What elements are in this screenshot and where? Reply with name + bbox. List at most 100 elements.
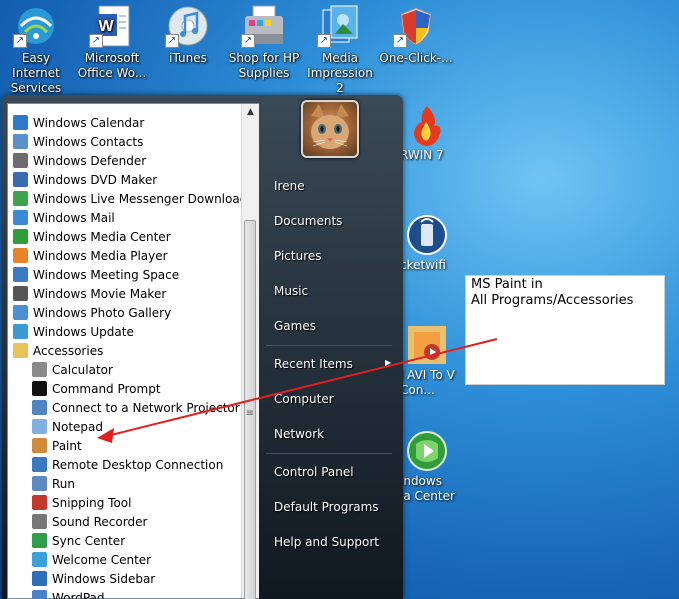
program-item-windows-dvd-maker[interactable]: Windows DVD Maker: [13, 171, 157, 190]
program-item-sound-recorder[interactable]: Sound Recorder: [32, 513, 147, 532]
program-item-label: Remote Desktop Connection: [52, 458, 224, 472]
program-item-label: Notepad: [52, 420, 103, 434]
svg-text:W: W: [98, 18, 114, 35]
program-item-run[interactable]: Run: [32, 475, 75, 494]
start-menu-documents[interactable]: Documents: [274, 211, 342, 231]
desktop-side-icon-label: cketwifi: [400, 258, 446, 272]
start-menu-computer[interactable]: Computer: [274, 389, 334, 409]
program-item-label: Windows DVD Maker: [33, 173, 158, 187]
shortcut-arrow-icon: ↗: [241, 34, 255, 48]
program-item-connect-to-a-network-projector[interactable]: Connect to a Network Projector: [32, 399, 240, 418]
word-icon: W ↗: [89, 4, 135, 48]
program-item-accessories[interactable]: Accessories: [13, 342, 103, 361]
user-avatar[interactable]: [301, 100, 359, 158]
start-menu-help-and-support[interactable]: Help and Support: [274, 532, 379, 552]
program-item-windows-mail[interactable]: Windows Mail: [13, 209, 115, 228]
program-icon: [13, 324, 28, 339]
program-icon: [32, 552, 47, 567]
program-item-label: Accessories: [33, 344, 104, 358]
program-item-windows-meeting-space[interactable]: Windows Meeting Space: [13, 266, 179, 285]
start-menu-music[interactable]: Music: [274, 281, 308, 301]
program-item-command-prompt[interactable]: Command Prompt: [32, 380, 161, 399]
program-item-windows-update[interactable]: Windows Update: [13, 323, 134, 342]
program-item-windows-defender[interactable]: Windows Defender: [13, 152, 146, 171]
desktop-icon-5[interactable]: ↗ One-Click-...: [378, 0, 454, 66]
program-icon: [32, 362, 47, 377]
program-item-windows-live-messenger-download[interactable]: Windows Live Messenger Download: [13, 190, 247, 209]
program-icon: [13, 286, 28, 301]
program-item-sync-center[interactable]: Sync Center: [32, 532, 125, 551]
annotation-note: MS Paint in All Programs/Accessories: [465, 275, 665, 385]
annotation-line-2: All Programs/Accessories: [471, 293, 634, 308]
desktop-icon-2[interactable]: ↗ iTunes: [150, 0, 226, 66]
program-list-scrollbar[interactable]: ▲ ≡: [241, 104, 259, 599]
program-item-label: Windows Photo Gallery: [33, 306, 172, 320]
start-menu-games[interactable]: Games: [274, 316, 316, 336]
program-item-label: Sync Center: [52, 534, 126, 548]
program-item-paint[interactable]: Paint: [32, 437, 82, 456]
program-item-windows-sidebar[interactable]: Windows Sidebar: [32, 570, 155, 589]
program-item-remote-desktop-connection[interactable]: Remote Desktop Connection: [32, 456, 223, 475]
shortcut-arrow-icon: ↗: [89, 34, 103, 48]
desktop-icon-4[interactable]: ↗ Media Impression 2: [302, 0, 378, 96]
submenu-arrow-icon: ▶: [385, 358, 392, 367]
program-item-windows-media-center[interactable]: Windows Media Center: [13, 228, 171, 247]
program-item-windows-photo-gallery[interactable]: Windows Photo Gallery: [13, 304, 171, 323]
program-item-label: Paint: [52, 439, 82, 453]
desktop-side-icon-label: RWIN 7: [400, 148, 444, 162]
program-icon: [32, 514, 47, 529]
desktop-side-icon-3[interactable]: indows ia Center: [396, 428, 456, 504]
program-item-calculator[interactable]: Calculator: [32, 361, 113, 380]
program-item-windows-calendar[interactable]: Windows Calendar: [13, 114, 144, 133]
desktop-side-icon-2[interactable]: l AVI To V Con...: [396, 322, 456, 398]
start-menu-right-pane: [259, 95, 403, 599]
program-icon: [13, 229, 28, 244]
desktop-side-icon-label: l AVI To V Con...: [400, 368, 455, 397]
program-item-notepad[interactable]: Notepad: [32, 418, 103, 437]
start-menu-pictures[interactable]: Pictures: [274, 246, 322, 266]
program-icon: [32, 533, 47, 548]
program-item-label: Calculator: [52, 363, 113, 377]
program-item-label: Run: [52, 477, 76, 491]
program-item-wordpad[interactable]: WordPad: [32, 589, 105, 599]
program-icon: [32, 438, 47, 453]
desktop-side-icon-label: indows ia Center: [400, 474, 455, 503]
right-pane-separator: [266, 453, 392, 454]
scroll-up-arrow-icon[interactable]: ▲: [242, 104, 259, 121]
start-menu-control-panel[interactable]: Control Panel: [274, 462, 354, 482]
start-menu-network[interactable]: Network: [274, 424, 324, 444]
media-center-icon: [404, 428, 450, 474]
desktop-icon-label: Microsoft Office Wo...: [77, 51, 147, 80]
scrollbar-thumb[interactable]: ≡: [244, 220, 256, 599]
program-icon: [32, 590, 47, 599]
desktop-icon-3[interactable]: ↗ Shop for HP Supplies: [226, 0, 302, 81]
program-item-label: Windows Media Player: [33, 249, 168, 263]
annotation-line-1: MS Paint in: [471, 277, 543, 292]
desktop-side-icon-0[interactable]: RWIN 7: [396, 102, 456, 163]
program-icon: [13, 172, 28, 187]
itunes-icon: ↗: [165, 4, 211, 48]
program-item-windows-media-player[interactable]: Windows Media Player: [13, 247, 168, 266]
scrollbar-grip-icon: ≡: [245, 408, 255, 419]
desktop-icon-0[interactable]: ↗ Easy Internet Services: [0, 0, 74, 96]
shortcut-arrow-icon: ↗: [393, 34, 407, 48]
program-item-label: Windows Live Messenger Download: [33, 192, 248, 206]
program-list: Windows Calendar Windows Contacts Windows …: [8, 104, 247, 599]
desktop-icon-label: iTunes: [169, 51, 207, 65]
start-menu-user-name[interactable]: Irene: [274, 176, 305, 196]
program-item-label: Snipping Tool: [52, 496, 132, 510]
start-menu-recent-items[interactable]: Recent Items: [274, 354, 353, 374]
desktop-icon-label: Shop for HP Supplies: [228, 51, 300, 80]
start-menu-default-programs[interactable]: Default Programs: [274, 497, 379, 517]
program-item-welcome-center[interactable]: Welcome Center: [32, 551, 151, 570]
program-item-windows-contacts[interactable]: Windows Contacts: [13, 133, 143, 152]
program-icon: [32, 476, 47, 491]
program-item-snipping-tool[interactable]: Snipping Tool: [32, 494, 131, 513]
program-icon: [13, 191, 28, 206]
desktop-icon-1[interactable]: W ↗ Microsoft Office Wo...: [74, 0, 150, 81]
desktop-icon-label: Easy Internet Services: [10, 51, 62, 95]
program-item-label: Windows Media Center: [33, 230, 171, 244]
desktop-side-icon-1[interactable]: cketwifi: [396, 212, 456, 273]
program-icon: [32, 457, 47, 472]
program-item-windows-movie-maker[interactable]: Windows Movie Maker: [13, 285, 166, 304]
